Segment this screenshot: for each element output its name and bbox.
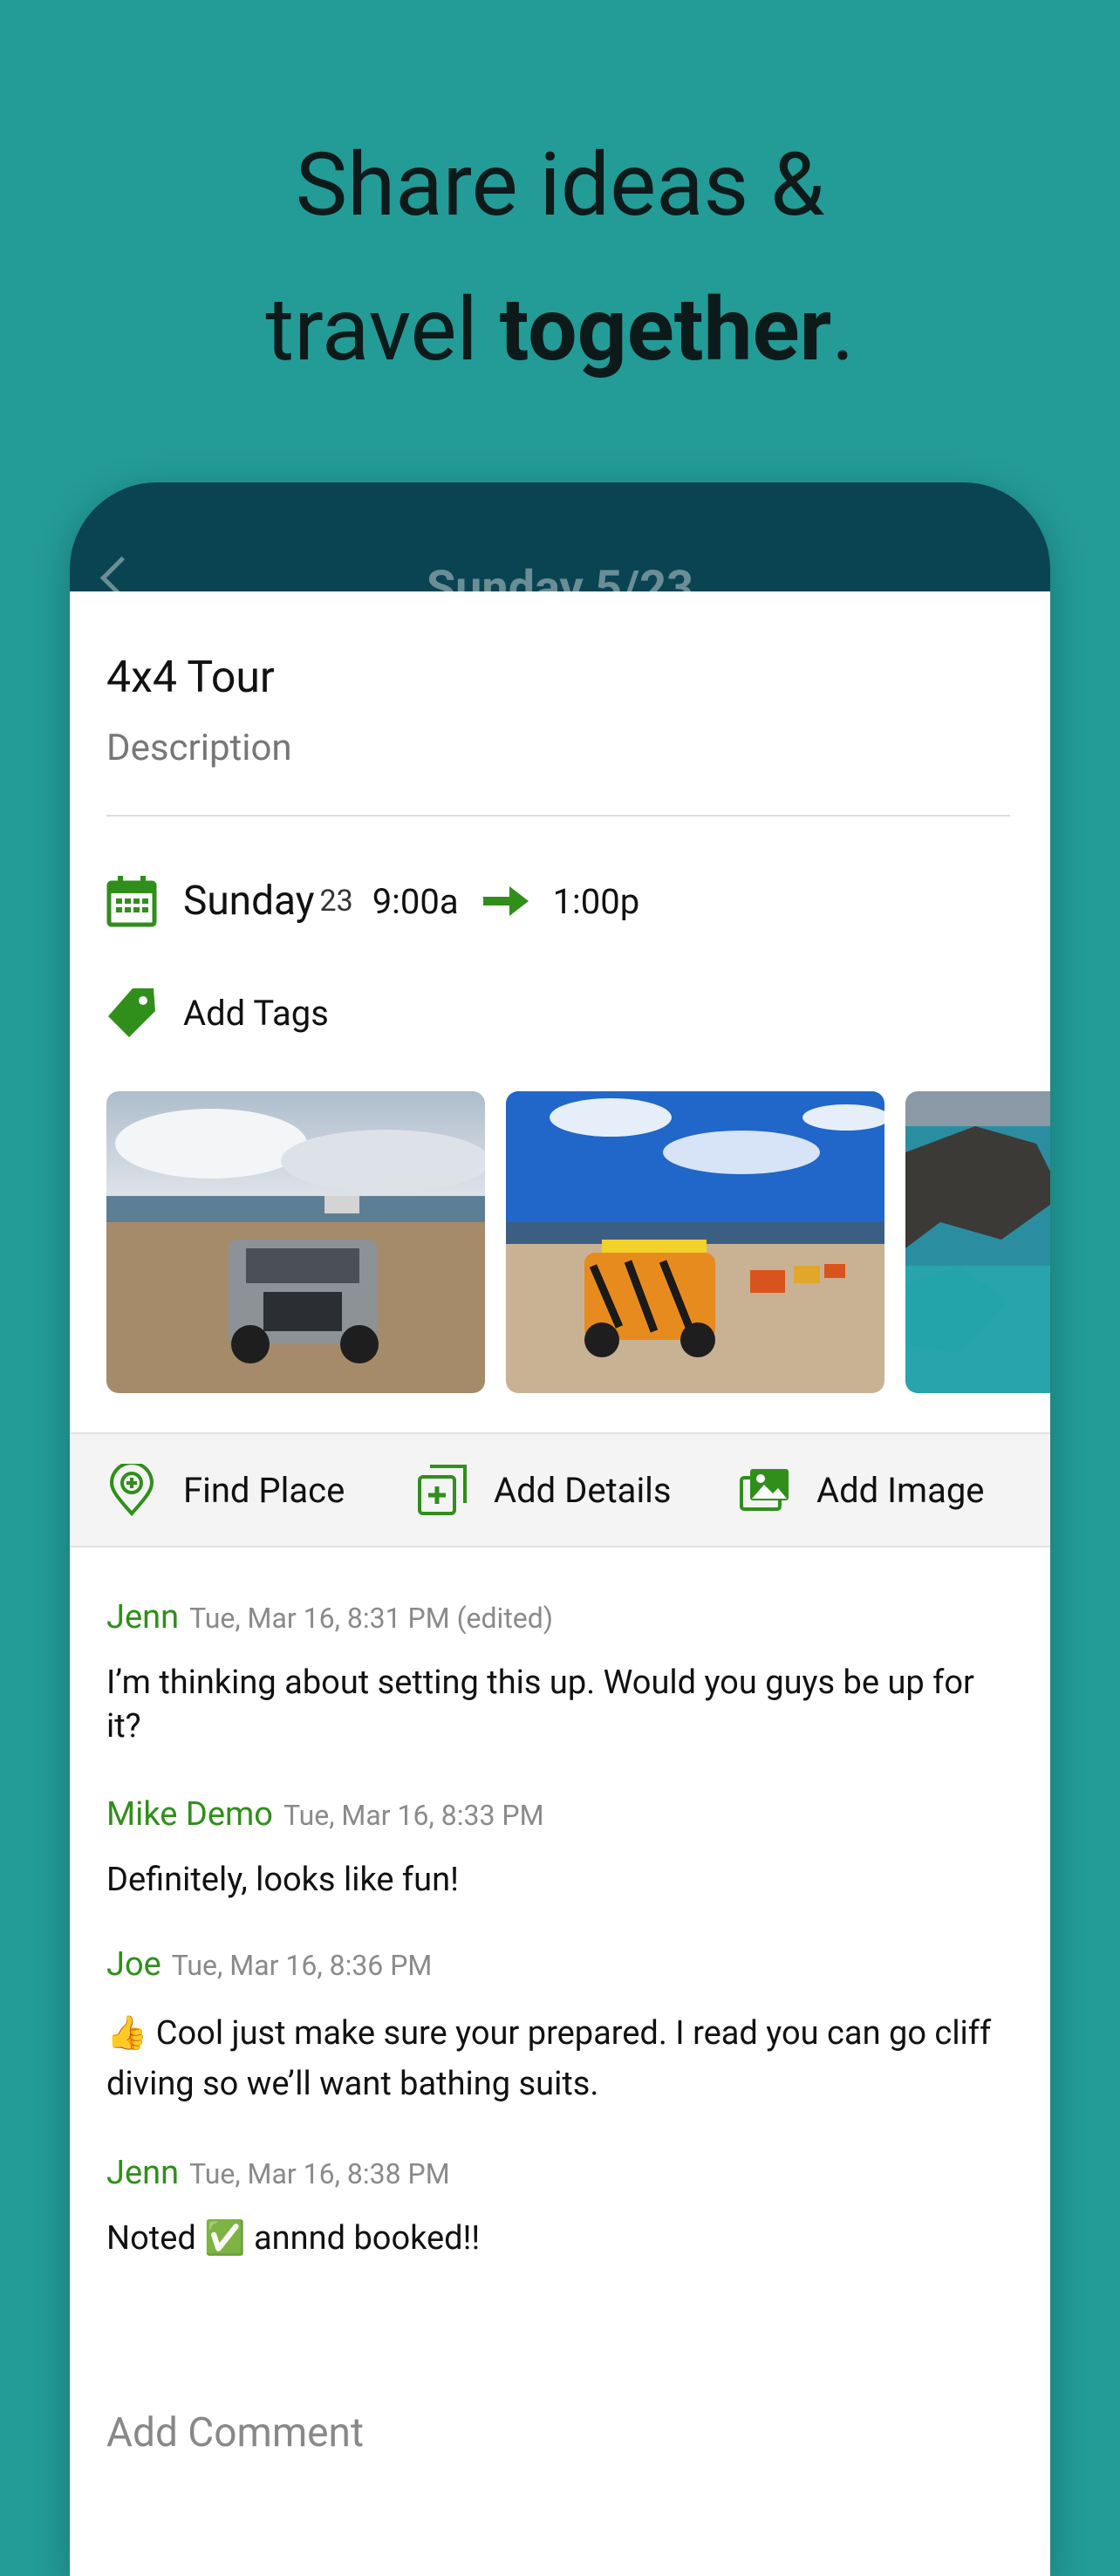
event-sheet: 4x4 Tour Description Sunday 23 9:00a 1:0… <box>70 591 1050 2576</box>
tag-icon <box>108 988 155 1037</box>
comment-text: 👍 Cool just make sure your prepared. I r… <box>106 2014 992 2103</box>
find-place-label: Find Place <box>183 1469 345 1511</box>
image-gallery[interactable] <box>106 1091 1050 1393</box>
jeep-photo-2[interactable] <box>506 1091 884 1393</box>
divider <box>106 815 1010 817</box>
hero-line-1: Share ideas & <box>295 134 825 236</box>
hero-line-2-bold: together <box>499 279 832 381</box>
comment-text: Definitely, looks like fun! <box>106 1861 459 1899</box>
comment-item: Jenn Tue, Mar 16, 8:38 PM Noted ✅ annnd b… <box>106 2154 1010 2260</box>
hero-line-2-prefix: travel <box>265 279 500 381</box>
comment-timestamp: Tue, Mar 16, 8:33 PM <box>283 1799 544 1832</box>
add-image-button[interactable]: Add Image <box>740 1464 985 1516</box>
comment-timestamp: Tue, Mar 16, 8:38 PM <box>189 2157 450 2190</box>
description-field[interactable]: Description <box>106 727 292 769</box>
comment-meta: Mike Demo Tue, Mar 16, 8:33 PM <box>106 1795 1010 1834</box>
event-day-number: 23 <box>319 884 353 919</box>
event-title[interactable]: 4x4 Tour <box>106 653 275 703</box>
find-place-button[interactable]: Find Place <box>106 1464 345 1516</box>
comment-author[interactable]: Jenn <box>106 1598 179 1636</box>
add-tags-label: Add Tags <box>183 992 329 1034</box>
comment-author[interactable]: Joe <box>106 1945 161 1984</box>
image-icon <box>740 1469 789 1511</box>
hero-headline: Share ideas & travel together. <box>0 113 1120 403</box>
app-header: Sunday 5/23 <box>70 482 1050 616</box>
map-pin-plus-icon <box>109 1464 154 1516</box>
comment-item: Mike Demo Tue, Mar 16, 8:33 PM Definitely… <box>106 1795 1010 1902</box>
event-day: Sunday <box>183 878 315 925</box>
action-bar: Find Place Add Details Add Image <box>70 1432 1050 1548</box>
hero-line-2: travel together. <box>0 258 1120 403</box>
end-time[interactable]: 1:00p <box>553 881 640 922</box>
phone-frame: Sunday 5/23 4x4 Tour Description Sunday … <box>70 482 1050 2576</box>
comment-meta: Jenn Tue, Mar 16, 8:31 PM (edited) <box>106 1598 1010 1636</box>
comment-timestamp: Tue, Mar 16, 8:36 PM <box>171 1949 433 1982</box>
add-image-label: Add Image <box>816 1469 985 1511</box>
comment-item: Jenn Tue, Mar 16, 8:31 PM (edited) I’m th… <box>106 1598 1010 1748</box>
jeep-photo-1[interactable] <box>106 1091 485 1393</box>
add-details-button[interactable]: Add Details <box>417 1464 672 1516</box>
arrow-right-icon <box>482 886 529 916</box>
comment-timestamp: Tue, Mar 16, 8:31 PM (edited) <box>189 1602 553 1635</box>
comment-text: I’m thinking about setting this up. Woul… <box>106 1664 974 1746</box>
calendar-icon <box>106 876 157 927</box>
add-comment-input[interactable]: Add Comment <box>106 2409 364 2456</box>
comment-item: Joe Tue, Mar 16, 8:36 PM 👍 Cool just make… <box>106 1945 1010 2109</box>
comment-meta: Joe Tue, Mar 16, 8:36 PM <box>106 1945 1010 1984</box>
add-details-icon <box>418 1465 467 1515</box>
comment-author[interactable]: Jenn <box>106 2154 179 2192</box>
event-time-row[interactable]: Sunday 23 9:00a 1:00p <box>106 866 639 936</box>
start-time[interactable]: 9:00a <box>372 881 459 922</box>
add-details-label: Add Details <box>494 1469 672 1511</box>
coast-photo-3[interactable] <box>905 1091 1050 1393</box>
comment-author[interactable]: Mike Demo <box>106 1795 273 1834</box>
comment-text: Noted ✅ annnd booked!! <box>106 2219 481 2258</box>
comment-meta: Jenn Tue, Mar 16, 8:38 PM <box>106 2154 1010 2192</box>
add-tags-row[interactable]: Add Tags <box>106 982 329 1043</box>
hero-line-2-suffix: . <box>831 279 855 381</box>
